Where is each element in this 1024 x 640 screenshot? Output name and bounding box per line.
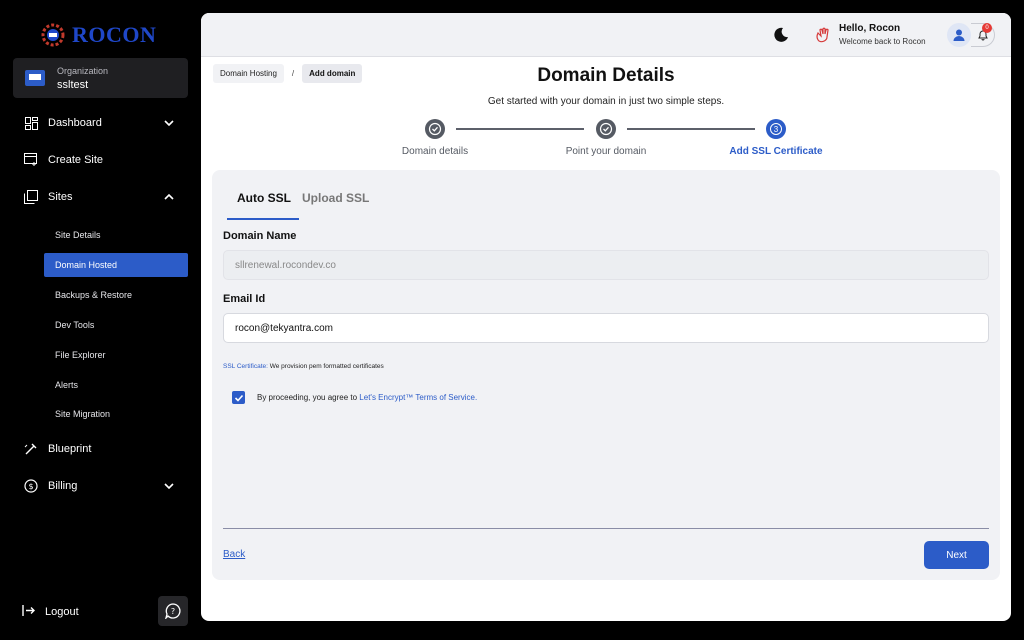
step-3-number-text: 3 — [770, 123, 782, 135]
sub-item-alerts[interactable]: Alerts — [44, 373, 188, 397]
next-button[interactable]: Next — [924, 541, 989, 569]
nav-sites[interactable]: Sites — [24, 190, 174, 204]
terms-agreement-text: By proceeding, you agree to — [257, 393, 360, 402]
terms-of-service-link[interactable]: Let's Encrypt™ Terms of Service. — [359, 393, 477, 402]
brand-logo[interactable]: ROCON — [40, 22, 156, 48]
dashboard-icon — [24, 116, 38, 130]
theme-toggle-moon-icon[interactable] — [773, 27, 789, 48]
sub-item-backups-restore[interactable]: Backups & Restore — [44, 283, 188, 307]
sub-item-file-explorer[interactable]: File Explorer — [44, 343, 188, 367]
form-divider — [223, 528, 989, 529]
sidebar: ROCON Organization ssltest Dashboard Cre… — [0, 0, 200, 640]
organization-icon — [25, 70, 45, 86]
step-3-label: Add SSL Certificate — [729, 146, 823, 157]
greeting-subtext: Welcome back to Rocon — [839, 37, 926, 46]
svg-text:$: $ — [28, 482, 33, 491]
brand-name: ROCON — [72, 22, 157, 47]
nav-dashboard[interactable]: Dashboard — [24, 116, 174, 130]
step-connector-2 — [627, 128, 755, 130]
sub-item-dev-tools[interactable]: Dev Tools — [44, 313, 188, 337]
notification-count-badge: 0 — [982, 23, 992, 33]
domain-name-input[interactable] — [223, 250, 989, 280]
sub-item-domain-hosted[interactable]: Domain Hosted — [44, 253, 188, 277]
step-2-check-icon — [596, 119, 616, 139]
page-title: Domain Details — [537, 65, 675, 86]
main-panel: Hello, Rocon Welcome back to Rocon 0 Dom… — [201, 13, 1011, 621]
dollar-icon: $ — [24, 479, 38, 493]
nav-sites-label: Sites — [48, 191, 73, 203]
help-icon: ? — [165, 603, 181, 619]
step-connector-1 — [456, 128, 584, 130]
nav-create-site-label: Create Site — [48, 154, 104, 166]
back-link[interactable]: Back — [223, 549, 245, 560]
top-bar: Hello, Rocon Welcome back to Rocon 0 — [201, 13, 1011, 57]
logout-icon — [22, 604, 35, 620]
nav-dashboard-label: Dashboard — [48, 117, 102, 129]
sites-icon — [24, 190, 38, 204]
waving-hand-icon — [815, 27, 831, 48]
email-input[interactable] — [223, 313, 989, 343]
step-1-check-icon — [425, 119, 445, 139]
nav-billing-label: Billing — [48, 480, 78, 492]
gear-logo-icon — [41, 23, 65, 47]
sub-item-site-migration[interactable]: Site Migration — [44, 402, 188, 426]
chevron-down-icon — [164, 480, 174, 492]
step-3-number: 3 — [766, 119, 786, 139]
user-avatar[interactable] — [947, 23, 971, 47]
ssl-certificate-link[interactable]: SSL Certificate: — [223, 363, 268, 370]
checkmark-icon — [234, 394, 243, 402]
domain-name-label: Domain Name — [223, 230, 297, 242]
help-button[interactable]: ? — [158, 596, 188, 626]
sub-item-site-details[interactable]: Site Details — [44, 223, 188, 247]
terms-checkbox[interactable] — [232, 391, 245, 404]
ssl-certificate-note-text: We provision pem formatted certificates — [267, 363, 384, 370]
user-icon — [953, 29, 965, 41]
organization-name: ssltest — [57, 78, 89, 91]
nav-blueprint[interactable]: Blueprint — [24, 442, 174, 456]
ssl-form-card: Auto SSL Upload SSL Domain Name Email Id… — [212, 170, 1000, 580]
nav-blueprint-label: Blueprint — [48, 443, 92, 455]
logout-button[interactable]: Logout — [22, 604, 79, 620]
organization-label: Organization — [57, 65, 109, 76]
tab-auto-ssl[interactable]: Auto SSL — [237, 191, 291, 205]
organization-switcher[interactable]: Organization ssltest — [13, 58, 188, 98]
svg-text:?: ? — [171, 607, 175, 616]
chevron-up-icon — [164, 191, 174, 203]
step-2-label: Point your domain — [565, 146, 647, 157]
greeting-name: Hello, Rocon — [839, 23, 901, 34]
nav-create-site[interactable]: Create Site — [24, 153, 174, 167]
blueprint-icon — [24, 442, 38, 456]
tab-upload-ssl[interactable]: Upload SSL — [302, 191, 369, 205]
user-greeting: Hello, Rocon Welcome back to Rocon — [839, 23, 926, 46]
create-site-icon — [24, 153, 38, 167]
ssl-certificate-note: SSL Certificate: We provision pem format… — [223, 363, 384, 370]
active-tab-indicator — [227, 218, 299, 220]
logout-label: Logout — [45, 606, 79, 618]
step-1-label: Domain details — [401, 146, 469, 157]
page-subtitle: Get started with your domain in just two… — [487, 96, 725, 107]
email-label: Email Id — [223, 293, 266, 305]
chevron-down-icon — [164, 117, 174, 129]
terms-agreement: By proceeding, you agree to Let's Encryp… — [257, 393, 477, 402]
nav-billing[interactable]: $ Billing — [24, 479, 174, 493]
